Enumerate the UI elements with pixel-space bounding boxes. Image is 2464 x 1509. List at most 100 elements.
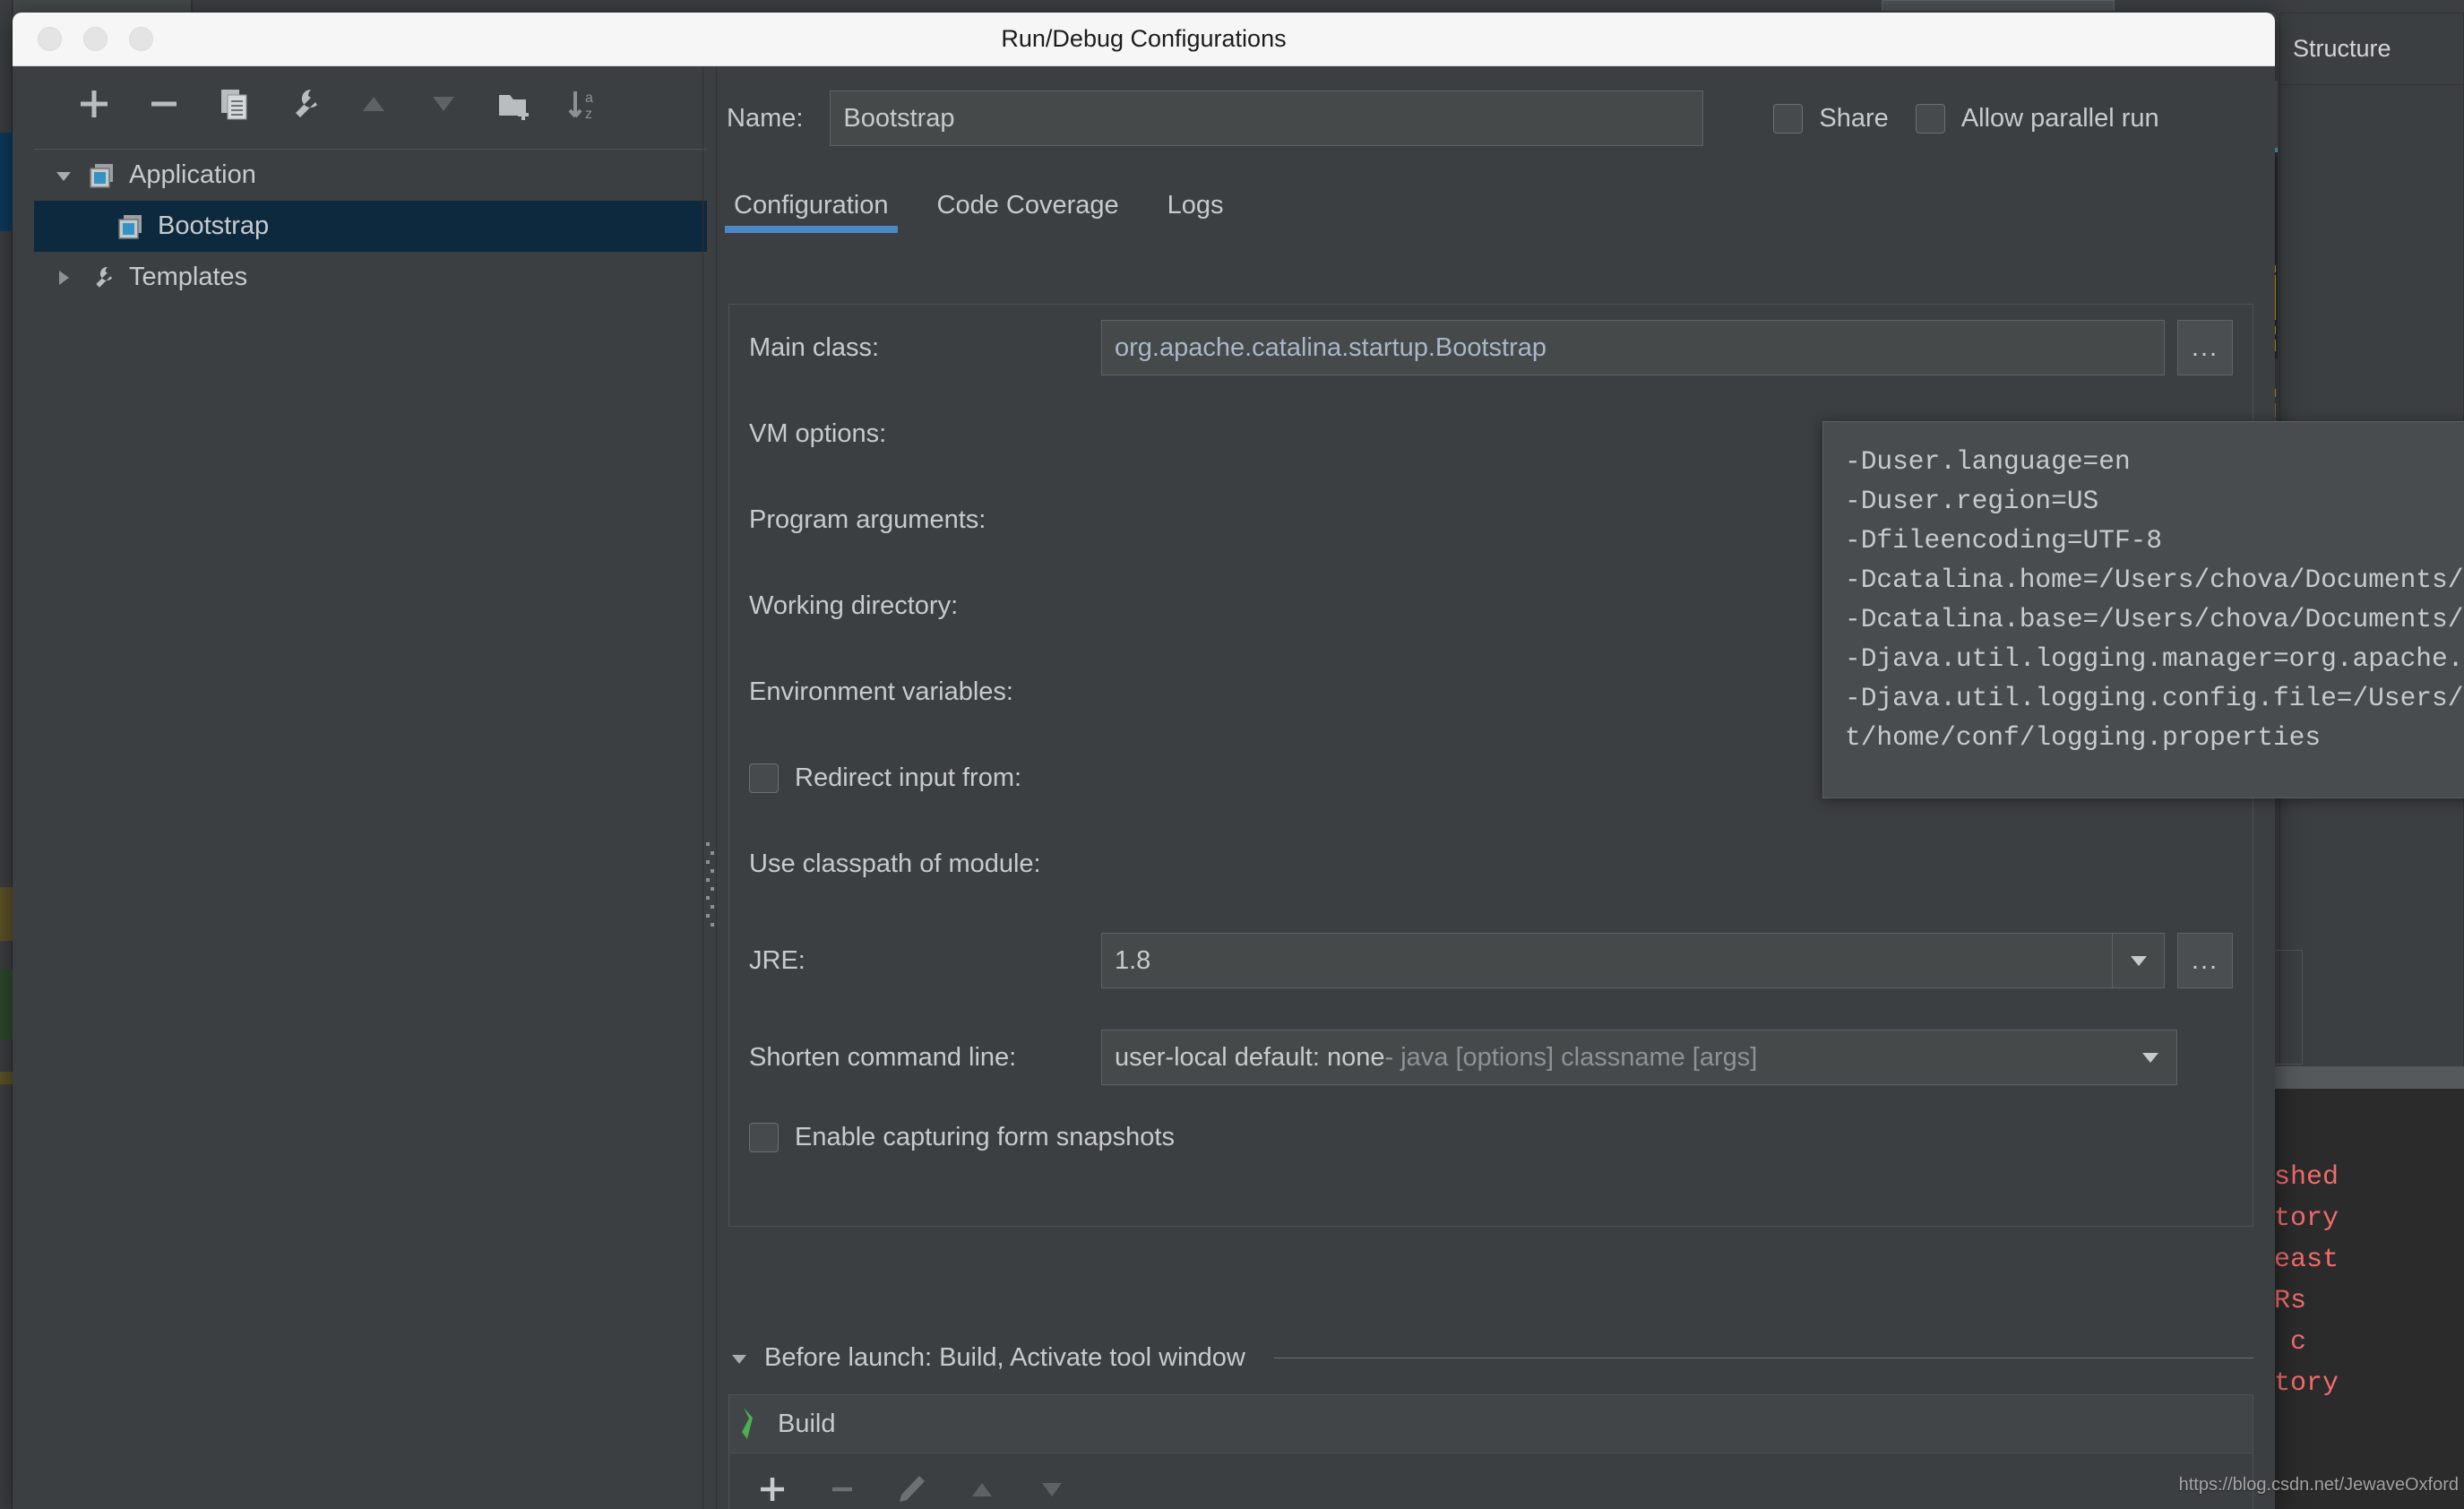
shorten-value: user-local default: none (1115, 1042, 1385, 1072)
jre-row: JRE: 1.8 ... (729, 907, 2253, 1014)
zoom-button[interactable] (129, 27, 153, 51)
svg-text:a: a (585, 91, 593, 106)
wrench-icon[interactable] (269, 69, 339, 139)
minimize-button[interactable] (83, 27, 108, 51)
allow-parallel-run-label: Allow parallel run (1960, 103, 2159, 133)
shorten-value-hint: - java [options] classname [args] (1384, 1042, 1758, 1072)
add-configuration-button[interactable] (59, 69, 129, 139)
move-down-button[interactable] (409, 69, 478, 139)
move-task-up-button[interactable] (961, 1468, 1004, 1509)
remove-task-button[interactable] (821, 1468, 864, 1509)
jre-combobox[interactable]: 1.8 (1101, 933, 2165, 988)
tree-node-templates[interactable]: Templates (34, 252, 707, 303)
environment-variables-label: Environment variables: (749, 677, 1013, 706)
before-launch-task-build[interactable]: Build (729, 1395, 2253, 1453)
add-task-button[interactable] (751, 1468, 794, 1509)
configurations-pane: a z Application Bootstrap Templates (13, 66, 717, 1509)
vm-options-textarea[interactable]: -Duser.language=en -Duser.region=US -Dfi… (1823, 422, 2464, 757)
jre-label: JRE: (749, 945, 806, 975)
screen: ! Structure (0, 0, 2464, 1509)
before-launch-header[interactable]: Before launch: Build, Activate tool wind… (728, 1343, 2253, 1373)
application-icon (116, 212, 145, 241)
structure-panel-tab[interactable]: Structure (2280, 13, 2463, 85)
configuration-editor-pane: Name: Bootstrap Share Allow parallel run (707, 66, 2464, 1509)
chevron-down-icon[interactable] (2124, 1030, 2176, 1084)
main-class-label: Main class: (749, 332, 880, 362)
before-launch-title: Before launch: Build, Activate tool wind… (764, 1343, 1245, 1372)
tree-node-application[interactable]: Application (34, 150, 707, 201)
tree-node-label: Templates (129, 263, 248, 291)
dialog-title: Run/Debug Configurations (1001, 25, 1287, 52)
main-class-browse-button[interactable]: ... (2177, 320, 2233, 375)
chevron-down-icon[interactable] (2112, 934, 2164, 987)
pencil-icon[interactable] (891, 1468, 934, 1509)
copy-configuration-button[interactable] (199, 69, 269, 139)
before-launch-toolbar (729, 1453, 2253, 1509)
redirect-input-checkbox[interactable]: Redirect input from: (729, 763, 1101, 793)
close-button[interactable] (38, 27, 62, 51)
chevron-down-icon[interactable] (52, 165, 75, 186)
tab-configuration[interactable]: Configuration (725, 191, 897, 233)
shorten-command-line-combobox[interactable]: user-local default: none - java [options… (1101, 1030, 2177, 1085)
share-checkbox[interactable]: Share (1773, 103, 1889, 134)
structure-panel-title: Structure (2293, 35, 2391, 62)
vm-options-editor[interactable]: -Duser.language=en -Duser.region=US -Dfi… (1822, 421, 2464, 798)
main-class-input[interactable]: org.apache.catalina.startup.Bootstrap (1101, 320, 2165, 375)
shorten-command-line-label: Shorten command line: (749, 1042, 1017, 1072)
working-directory-label: Working directory: (749, 591, 959, 620)
configurations-toolbar: a z (13, 66, 707, 142)
watermark: https://blog.csdn.net/JewaveOxford (2178, 1475, 2459, 1495)
new-folder-button[interactable] (478, 69, 548, 139)
use-classpath-row: Use classpath of module: (729, 821, 2253, 907)
dialog-body: a z Application Bootstrap Templates Name… (13, 66, 2464, 1509)
snapshots-row: Enable capturing form snapshots (729, 1100, 2253, 1174)
wrench-icon (88, 263, 116, 292)
shorten-command-line-row: Shorten command line: user-local default… (729, 1014, 2253, 1100)
enable-capturing-form-snapshots-checkbox[interactable]: Enable capturing form snapshots (729, 1122, 1175, 1152)
share-label: Share (1819, 103, 1889, 133)
task-label: Build (778, 1409, 836, 1438)
checkbox-box[interactable] (749, 1122, 779, 1152)
tree-node-bootstrap[interactable]: Bootstrap (34, 201, 707, 252)
splitter-handle[interactable] (706, 837, 714, 932)
vm-options-label: VM options: (749, 418, 887, 448)
remove-configuration-button[interactable] (129, 69, 199, 139)
before-launch-task-list[interactable]: Build (728, 1394, 2253, 1509)
window-controls[interactable] (38, 27, 153, 51)
svg-text:z: z (585, 107, 592, 122)
program-arguments-label: Program arguments: (749, 504, 986, 534)
jre-value: 1.8 (1115, 945, 1151, 975)
configurations-tree[interactable]: Application Bootstrap Templates (34, 149, 707, 1509)
chevron-down-icon[interactable] (728, 1348, 750, 1369)
tree-node-label: Bootstrap (158, 211, 270, 240)
name-row: Name: Bootstrap Share Allow parallel run (707, 66, 2275, 170)
main-class-row: Main class: org.apache.catalina.startup.… (729, 305, 2253, 391)
move-up-button[interactable] (339, 69, 409, 139)
sort-az-icon[interactable]: a z (548, 69, 618, 139)
tab-logs[interactable]: Logs (1162, 191, 1229, 229)
before-launch-section: Before launch: Build, Activate tool wind… (728, 1343, 2253, 1509)
name-input[interactable]: Bootstrap (830, 91, 1704, 146)
checkbox-box[interactable] (749, 763, 779, 793)
pane-splitter[interactable] (702, 66, 717, 1509)
enable-capturing-form-snapshots-label: Enable capturing form snapshots (795, 1122, 1175, 1151)
build-hammer-icon (738, 1405, 765, 1443)
chevron-right-icon[interactable] (52, 267, 75, 289)
run-debug-configurations-dialog: Run/Debug Configurations a z Application… (13, 13, 2464, 1509)
redirect-input-label: Redirect input from: (795, 763, 1022, 792)
header-checkboxes: Share Allow parallel run (1773, 103, 2159, 134)
jre-browse-button[interactable]: ... (2177, 933, 2233, 988)
dialog-titlebar: Run/Debug Configurations (13, 13, 2275, 66)
use-classpath-label: Use classpath of module: (749, 849, 1041, 878)
checkbox-box[interactable] (1915, 103, 1945, 134)
checkbox-box[interactable] (1773, 103, 1804, 134)
tab-code-coverage[interactable]: Code Coverage (932, 191, 1124, 229)
tree-node-label: Application (129, 160, 256, 189)
name-label: Name: (727, 103, 804, 133)
editor-tabs: Configuration Code Coverage Logs (707, 170, 2275, 233)
application-icon (88, 161, 116, 190)
move-task-down-button[interactable] (1030, 1468, 1073, 1509)
editor-tab-background (1882, 0, 2115, 11)
editor-marker-strip-left (0, 0, 13, 1509)
allow-parallel-run-checkbox[interactable]: Allow parallel run (1915, 103, 2159, 134)
